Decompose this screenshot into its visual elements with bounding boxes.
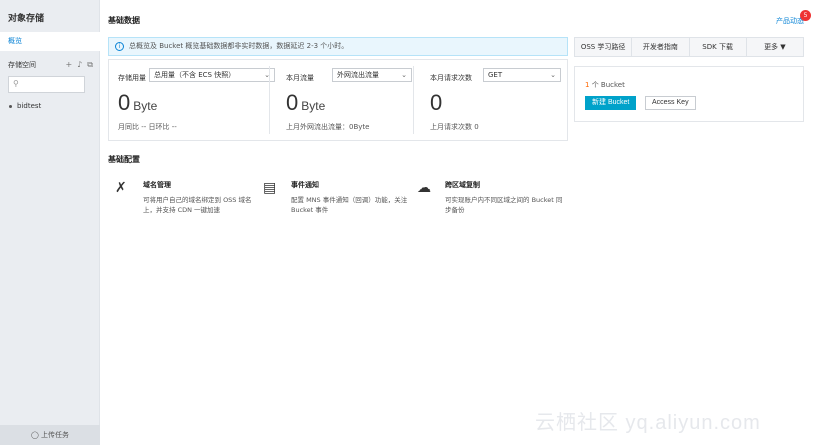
bucket-count: 1 个 Bucket xyxy=(585,80,625,90)
chevron-down-icon: ⌄ xyxy=(401,71,407,79)
sidebar-section-buckets: 存储空间 + ♪ ⧉ xyxy=(8,60,93,70)
info-notice: i 总概览及 Bucket 概览基础数据都非实时数据，数据延迟 2-3 个小时。 xyxy=(108,37,568,56)
stat-value: 0 Byte xyxy=(118,90,157,116)
stat-storage: 存储用量 总用量（不含 ECS 快照） ⌄ 0 Byte 月同比 -- 日环比 -… xyxy=(109,60,275,142)
sidebar-title: 对象存储 xyxy=(8,14,45,24)
tab-oss-learning-path[interactable]: OSS 学习路径 xyxy=(575,38,633,56)
upload-tasks-button[interactable]: ◯ 上传任务 xyxy=(0,425,100,445)
stat-number: 0 xyxy=(430,90,443,115)
watermark: 云栖社区 yq.aliyun.com xyxy=(535,412,761,434)
stat-requests: 本月请求次数 GET ⌄ 0 上月请求次数 0 xyxy=(413,60,571,142)
select-value: 总用量（不含 ECS 快照） xyxy=(154,71,236,79)
search-icon: ⚲ xyxy=(13,79,19,88)
stat-value: 0 Byte xyxy=(286,90,325,116)
select-value: GET xyxy=(488,71,503,79)
select-value: 外网流出流量 xyxy=(337,71,379,79)
access-key-button[interactable]: Access Key xyxy=(645,96,696,110)
external-link-icon[interactable]: ⧉ xyxy=(87,60,93,70)
stat-label: 存储用量 xyxy=(118,74,146,82)
sidebar-item-overview[interactable]: 概览 xyxy=(0,32,100,51)
page-title: 基础数据 xyxy=(108,16,140,25)
upload-tasks-label: 上传任务 xyxy=(41,431,70,439)
stat-label: 本月请求次数 xyxy=(430,74,472,82)
config-desc: 配置 MNS 事件通知（回调）功能，关注 Bucket 事件 xyxy=(291,196,408,214)
stat-sub: 月同比 -- 日环比 -- xyxy=(118,123,177,131)
info-icon: i xyxy=(115,42,124,51)
sort-icon[interactable]: ♪ xyxy=(77,60,82,70)
replication-icon: ☁ xyxy=(417,180,431,196)
divider xyxy=(269,66,270,134)
sidebar-item-bucket[interactable]: bidtest xyxy=(9,102,41,110)
stat-value: 0 xyxy=(430,90,442,116)
config-title: 域名管理 xyxy=(143,181,171,189)
config-title: 跨区域复制 xyxy=(445,181,480,189)
domain-icon: ✗ xyxy=(115,180,127,196)
add-bucket-icon[interactable]: + xyxy=(65,60,72,70)
config-title: 事件通知 xyxy=(291,181,319,189)
bucket-panel: 1 个 Bucket 新建 Bucket Access Key xyxy=(574,66,804,122)
stats-panel: 存储用量 总用量（不含 ECS 快照） ⌄ 0 Byte 月同比 -- 日环比 -… xyxy=(108,59,568,141)
tab-developer-guide[interactable]: 开发者指南 xyxy=(632,38,690,56)
config-desc: 可将用户自己的域名绑定到 OSS 域名上，并支持 CDN 一键加速 xyxy=(143,196,252,214)
stat-number: 0 xyxy=(286,90,299,115)
divider xyxy=(413,66,414,134)
tab-more[interactable]: 更多 ▼ xyxy=(747,38,803,56)
resource-tabs: OSS 学习路径 开发者指南 SDK 下载 更多 ▼ xyxy=(574,37,804,57)
storage-type-select[interactable]: 总用量（不含 ECS 快照） ⌄ xyxy=(149,68,275,82)
stat-unit: Byte xyxy=(133,99,158,113)
stat-label: 本月流量 xyxy=(286,74,314,82)
chevron-down-icon: ⌄ xyxy=(550,71,556,79)
upload-icon: ◯ xyxy=(30,431,39,439)
stat-sub: 上月请求次数 0 xyxy=(430,123,479,131)
config-section-title: 基础配置 xyxy=(108,155,140,164)
stat-sub: 上月外网流出流量：0Byte xyxy=(286,123,370,131)
new-bucket-button[interactable]: 新建 Bucket xyxy=(585,96,637,110)
traffic-type-select[interactable]: 外网流出流量 ⌄ xyxy=(332,68,412,82)
bucket-search-input[interactable]: ⚲ xyxy=(8,76,85,93)
config-desc: 可实现账户内不同区域之间的 Bucket 同步备份 xyxy=(445,196,563,214)
stat-number: 0 xyxy=(118,90,131,115)
stat-unit: Byte xyxy=(301,99,326,113)
bucket-count-label: 个 Bucket xyxy=(589,81,625,89)
stat-traffic: 本月流量 外网流出流量 ⌄ 0 Byte 上月外网流出流量：0Byte xyxy=(269,60,427,142)
news-count-badge: 5 xyxy=(800,10,811,21)
bucket-name: bidtest xyxy=(17,102,42,110)
notice-text: 总概览及 Bucket 概览基础数据都非实时数据，数据延迟 2-3 个小时。 xyxy=(129,42,349,50)
request-type-select[interactable]: GET ⌄ xyxy=(483,68,561,82)
sidebar-section-label: 存储空间 xyxy=(8,61,36,69)
event-icon: ▤ xyxy=(263,180,277,196)
bucket-dot-icon xyxy=(9,104,12,108)
sidebar: 对象存储 概览 存储空间 + ♪ ⧉ ⚲ bidtest ◯ 上传任务 xyxy=(0,0,100,445)
tab-sdk-download[interactable]: SDK 下载 xyxy=(690,38,747,56)
